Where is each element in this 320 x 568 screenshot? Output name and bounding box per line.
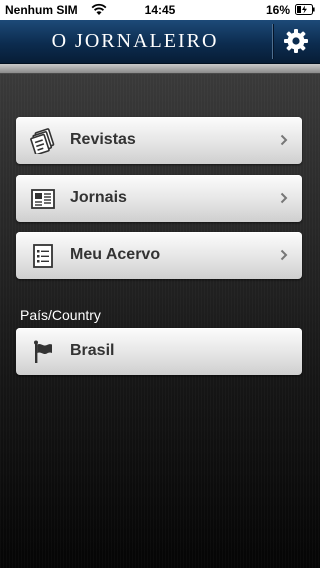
chevron-right-icon bbox=[280, 192, 288, 204]
country-section-label: País/Country bbox=[20, 307, 101, 323]
nav-divider bbox=[272, 24, 273, 59]
country-label: Brasil bbox=[70, 342, 115, 359]
country-button[interactable]: Brasil bbox=[16, 328, 302, 375]
list-icon bbox=[33, 244, 53, 268]
newspaper-icon bbox=[31, 189, 55, 209]
jornais-button[interactable]: Jornais bbox=[16, 175, 302, 222]
status-bar: Nenhum SIM 14:45 16% bbox=[0, 0, 320, 20]
chevron-right-icon bbox=[280, 134, 288, 146]
gear-icon[interactable] bbox=[283, 28, 309, 54]
jornais-label: Jornais bbox=[70, 189, 127, 206]
meu-acervo-button[interactable]: Meu Acervo bbox=[16, 232, 302, 279]
meu-acervo-label: Meu Acervo bbox=[70, 246, 161, 263]
magazines-icon bbox=[30, 128, 55, 154]
main-content: Revistas Jornais Meu Acervo País/Country… bbox=[0, 74, 320, 568]
revistas-button[interactable]: Revistas bbox=[16, 117, 302, 164]
chevron-right-icon bbox=[280, 249, 288, 261]
app-title: O JORNALEIRO bbox=[51, 30, 219, 52]
battery-percent: 16% bbox=[265, 3, 290, 17]
navigation-bar: O JORNALEIRO bbox=[0, 20, 320, 64]
revistas-label: Revistas bbox=[70, 131, 136, 148]
battery-icon bbox=[295, 4, 315, 15]
flag-icon bbox=[34, 340, 52, 363]
nav-stripe bbox=[0, 64, 320, 74]
